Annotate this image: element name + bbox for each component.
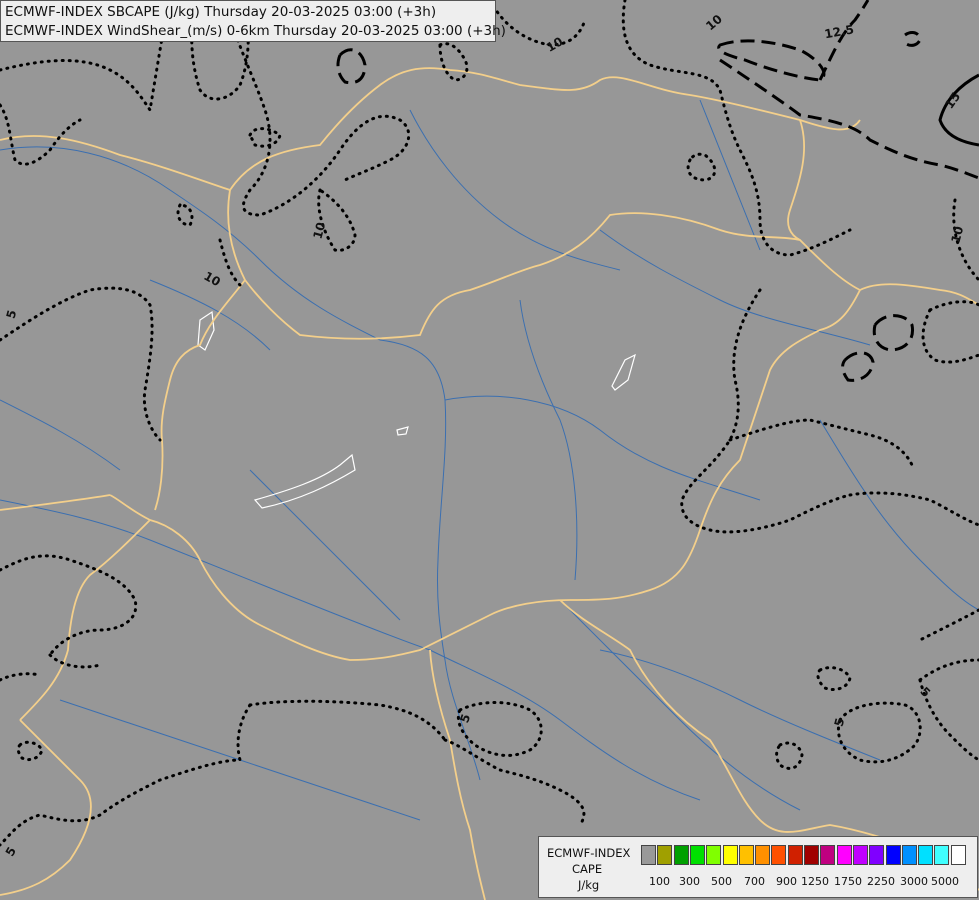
weather-map: 10 10 10 10 10 12.5 15 5 5 5 5 5 5: [0, 0, 979, 900]
legend-tick-label: 900: [776, 875, 797, 888]
legend-tick-label: 5000: [931, 875, 959, 888]
legend-tick-label: 500: [711, 875, 732, 888]
legend-model: ECMWF-INDEX: [547, 846, 631, 860]
title-windshear: ECMWF-INDEX WindShear_(m/s) 0-6km Thursd…: [5, 23, 506, 39]
legend-swatch: [934, 845, 950, 865]
legend-swatch: [641, 845, 656, 865]
legend-swatch: [787, 845, 803, 865]
legend-swatch: [852, 845, 868, 865]
legend-swatch: [673, 845, 689, 865]
legend-tick-label: 1750: [834, 875, 862, 888]
legend-swatch: [657, 845, 673, 865]
legend-swatch: [950, 845, 966, 865]
legend-swatch: [820, 845, 836, 865]
cape-legend: ECMWF-INDEX CAPE J/kg 100 300 500 700 900 125…: [538, 836, 978, 898]
legend-swatch: [755, 845, 771, 865]
legend-tick-label: 300: [679, 875, 700, 888]
legend-swatch: [738, 845, 754, 865]
legend-tick-label: 700: [744, 875, 765, 888]
legend-swatch: [836, 845, 852, 865]
title-sbcape: ECMWF-INDEX SBCAPE (J/kg) Thursday 20-03…: [5, 4, 437, 20]
legend-swatch: [689, 845, 705, 865]
legend-variable: CAPE: [572, 862, 603, 876]
legend-swatch: [804, 845, 819, 865]
legend-tick-label: 1250: [801, 875, 829, 888]
legend-swatch: [869, 845, 885, 865]
legend-swatch: [901, 845, 917, 865]
legend-swatch: [918, 845, 934, 865]
legend-swatch: [722, 845, 738, 865]
legend-swatch: [706, 845, 722, 865]
legend-tick-label: 3000: [900, 875, 928, 888]
legend-tick-label: 100: [649, 875, 670, 888]
legend-unit: J/kg: [578, 878, 600, 892]
legend-swatch: [771, 845, 787, 865]
legend-tick-label: 2250: [867, 875, 895, 888]
title-box: ECMWF-INDEX SBCAPE (J/kg) Thursday 20-03…: [0, 0, 506, 42]
legend-swatch: [885, 845, 901, 865]
